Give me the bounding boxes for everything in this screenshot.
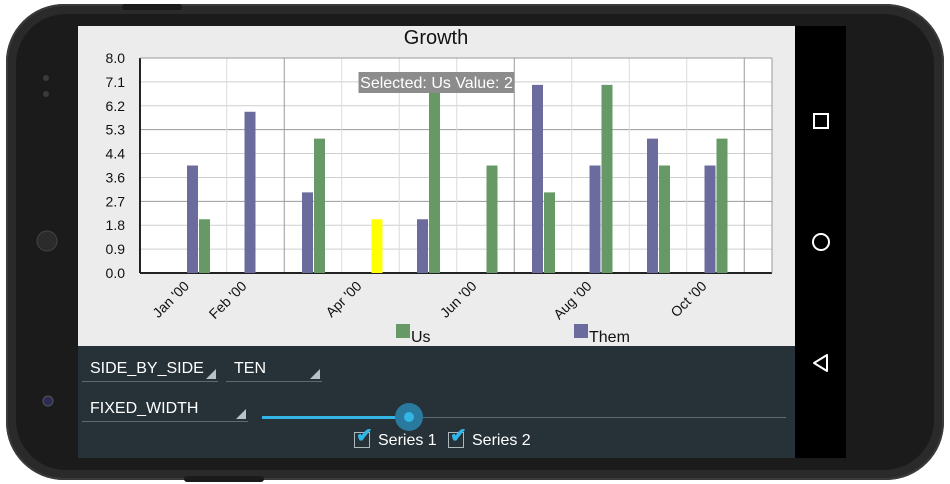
dropdown-arrow-icon [236,409,246,419]
chart-area[interactable]: Growth 0.0 0.9 1.8 2.7 3.6 4.4 5.3 6.2 7.1 8.0 Ja… [78,26,795,346]
width-spinner[interactable]: FIXED_WIDTH [82,392,248,422]
series1-checkbox[interactable]: ✔ Series 1 [354,426,444,452]
checkmark-icon: ✔ [450,425,467,447]
bar-them [589,165,601,273]
bar-us [429,84,440,273]
bar-them [417,219,428,273]
dropdown-arrow-icon [310,369,320,379]
sensor-dot [43,75,49,81]
bar-us [371,219,383,273]
home-icon[interactable] [808,229,834,255]
y-axis-ticks: 0.0 0.9 1.8 2.7 3.6 4.4 5.3 6.2 7.1 8.0 [106,50,126,281]
legend: Us Them [396,324,630,346]
legend-label-us: Us [411,329,431,346]
bar-them [302,192,313,273]
x-tick-label: Feb '00 [206,278,250,322]
x-axis-ticks: Jan '00 Feb '00 Apr '00 Jun '00 Aug '00 Oct '… [149,278,710,323]
chart-title: Growth [404,27,468,49]
y-tick-label: 1.8 [106,217,126,233]
x-tick-label: Apr '00 [322,278,365,321]
app-content: Growth 0.0 0.9 1.8 2.7 3.6 4.4 5.3 6.2 7.1 8.0 Ja… [78,26,795,458]
y-tick-label: 2.7 [106,193,126,209]
stacking-spinner[interactable]: SIDE_BY_SIDE [82,352,218,382]
y-tick-label: 8.0 [106,50,126,66]
bar-them [704,165,716,273]
speaker-grille [36,230,58,252]
bar-us [199,219,210,273]
dropdown-arrow-icon [206,369,216,379]
y-tick-label: 4.4 [106,146,126,162]
y-tick-label: 0.9 [106,241,126,257]
sensor-dot [43,91,49,97]
navigation-bar [795,26,846,458]
y-tick-label: 5.3 [106,122,126,138]
bar-chart[interactable]: Growth 0.0 0.9 1.8 2.7 3.6 4.4 5.3 6.2 7.1 8.0 Ja… [78,26,795,346]
selection-label: Selected: Us Value: 2 [358,72,515,93]
legend-swatch-them [574,324,588,338]
bar-us [716,138,728,273]
legend-swatch-us [396,324,410,338]
count-spinner[interactable]: TEN [226,352,322,382]
phone-sensors [36,75,58,407]
bar-them [532,84,543,273]
legend-label-them: Them [589,329,630,346]
y-tick-label: 0.0 [106,265,126,281]
series1-label: Series 1 [378,432,437,449]
count-spinner-value: TEN [234,360,266,377]
bar-us [486,165,498,273]
width-spinner-value: FIXED_WIDTH [90,400,199,417]
bar-us [314,138,325,273]
recent-apps-icon[interactable] [808,108,834,134]
x-tick-label: Aug '00 [550,278,595,323]
bar-them [647,138,658,273]
y-tick-label: 6.2 [106,98,126,114]
x-tick-label: Jun '00 [437,278,480,321]
slider-fill [262,416,409,419]
screen: Growth 0.0 0.9 1.8 2.7 3.6 4.4 5.3 6.2 7.1 8.0 Ja… [78,26,846,458]
x-tick-label: Oct '00 [667,278,710,321]
checkmark-icon: ✔ [356,425,373,447]
slider-thumb[interactable] [404,412,414,422]
bar-width-slider[interactable] [262,402,786,432]
volume-button [122,4,182,10]
y-tick-label: 7.1 [106,74,126,90]
power-button [184,476,264,482]
front-camera [42,395,54,407]
stacking-spinner-value: SIDE_BY_SIDE [90,360,204,377]
bar-us [544,192,555,273]
bar-us [659,165,670,273]
series2-checkbox[interactable]: ✔ Series 2 [448,426,538,452]
bar-them [187,165,198,273]
x-tick-label: Jan '00 [149,278,192,321]
y-tick-label: 3.6 [106,169,126,185]
series2-label: Series 2 [472,432,531,449]
controls-panel: SIDE_BY_SIDE TEN FIXED_WIDTH ✔ Series 1 … [78,346,795,458]
back-icon[interactable] [808,350,834,376]
bar-them [244,111,256,273]
bar-us [601,84,613,273]
selection-label-text: Selected: Us Value: 2 [360,75,513,92]
